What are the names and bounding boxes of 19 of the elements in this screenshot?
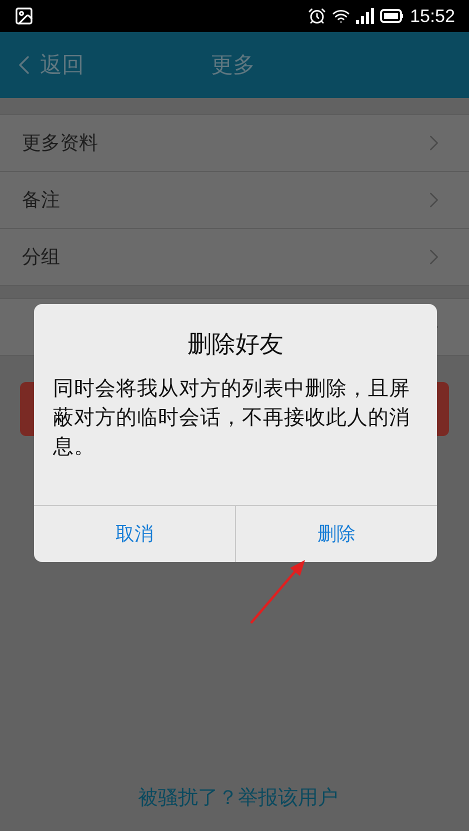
list-item[interactable]: 备注 [0, 172, 469, 229]
list-item[interactable]: 分组 [0, 229, 469, 286]
item-label: 更多资料 [22, 130, 98, 156]
wifi-icon [332, 7, 350, 25]
back-button[interactable]: 返回 [0, 48, 84, 82]
alarm-icon [308, 7, 326, 25]
dialog-message: 同时会将我从对方的列表中删除，且屏蔽对方的临时会话，不再接收此人的消息。 [52, 375, 411, 460]
arrow-drawing [248, 558, 308, 626]
signal-icon [356, 8, 374, 24]
battery-icon [380, 9, 404, 23]
item-label: 备注 [22, 188, 60, 213]
dialog-title: 删除好友 [186, 329, 284, 360]
cancel-button[interactable]: 取消 [34, 506, 235, 562]
page-title: 更多 [211, 52, 255, 80]
clock-time: 15:52 [410, 4, 455, 28]
image-icon [14, 6, 34, 26]
list-item[interactable]: 更多资料 [0, 115, 469, 172]
report-link[interactable]: 被骚扰了？举报该用户 [138, 782, 338, 812]
item-label: 分组 [22, 244, 60, 270]
